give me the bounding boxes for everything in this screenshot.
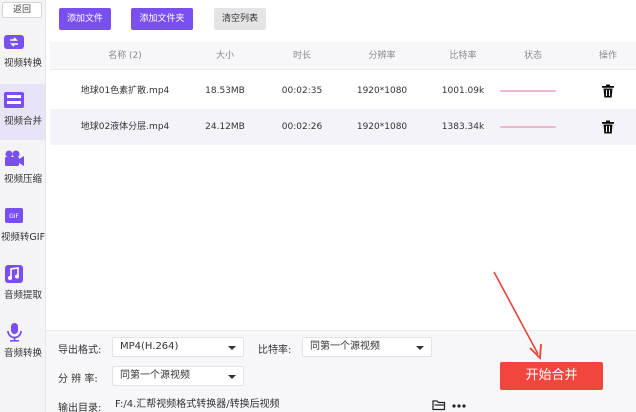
file-duration: 00:02:35 — [281, 86, 323, 96]
annotation-arrow-icon — [493, 271, 542, 361]
status-progress-bar — [500, 90, 556, 92]
sidebar-item-video-to-gif[interactable]: GIF 视频转GIF — [0, 200, 46, 256]
resolution-select[interactable]: 同第一个源视频 — [112, 366, 244, 386]
back-button[interactable]: 返回 — [2, 2, 42, 18]
folder-open-icon[interactable] — [432, 399, 446, 411]
file-resolution: 1920*1080 — [356, 122, 408, 132]
file-table-header: 名称 (2) 大小 时长 分辨率 比特率 状态 操作 — [50, 42, 636, 70]
file-bitrate: 1001.09k — [441, 86, 485, 96]
sidebar-item-label: 视频转换 — [3, 58, 42, 69]
gif-icon: GIF — [5, 208, 23, 223]
file-bitrate: 1383.34k — [441, 122, 485, 132]
chevron-down-icon — [416, 346, 424, 350]
file-name: 地球01色素扩散.mp4 — [80, 86, 170, 96]
bitrate-select[interactable]: 同第一个源视频 — [302, 337, 432, 357]
file-resolution: 1920*1080 — [356, 86, 408, 96]
add-folder-button[interactable]: 添加文件夹 — [131, 8, 193, 30]
file-size: 24.12MB — [205, 122, 245, 132]
output-dir-field[interactable]: F:/4.汇帮视频格式转换器/转换后视频 — [112, 395, 430, 412]
file-name: 地球02液体分层.mp4 — [80, 122, 170, 132]
column-resolution[interactable]: 分辨率 — [347, 42, 417, 70]
clear-list-button[interactable]: 清空列表 — [214, 8, 266, 30]
sidebar-item-video-convert[interactable]: 视频转换 — [0, 26, 45, 82]
trash-icon[interactable] — [601, 120, 615, 134]
column-bitrate[interactable]: 比特率 — [428, 42, 498, 70]
sidebar-item-audio-convert[interactable]: 音频转换 — [0, 316, 45, 372]
sidebar-item-label: 视频压缩 — [3, 174, 42, 185]
column-duration[interactable]: 时长 — [272, 42, 332, 70]
format-select[interactable]: MP4(H.264) — [112, 337, 244, 357]
table-row[interactable]: 地球01色素扩散.mp4 18.53MB 00:02:35 1920*1080 … — [50, 73, 636, 109]
sidebar-item-video-compress[interactable]: 视频压缩 — [0, 142, 45, 198]
bitrate-label: 比特率: — [258, 345, 292, 356]
svg-text:GIF: GIF — [9, 213, 19, 220]
sidebar-item-label: 音频转换 — [3, 348, 42, 359]
sidebar-item-audio-extract[interactable]: 音频提取 — [0, 258, 45, 314]
resolution-label: 分 辨 率: — [58, 374, 98, 385]
microphone-icon — [7, 323, 22, 342]
column-name[interactable]: 名称 (2) — [60, 42, 190, 70]
column-status: 状态 — [523, 51, 542, 61]
music-note-icon — [5, 265, 23, 283]
sidebar: 返回 视频转换 视频合并 视频压缩 GIF 视频转GIF 音频提取 音频转换 — [0, 0, 46, 412]
output-dir-path: F:/4.汇帮视频格式转换器/转换后视频 — [115, 399, 280, 410]
video-compress-icon — [5, 150, 24, 166]
chevron-down-icon — [228, 375, 236, 379]
sidebar-item-label: 视频转GIF — [0, 232, 46, 243]
bitrate-select-value: 同第一个源视频 — [310, 341, 380, 352]
output-dir-label: 输出目录: — [58, 403, 102, 412]
trash-icon[interactable] — [601, 84, 615, 98]
add-file-button[interactable]: 添加文件 — [59, 8, 111, 30]
sidebar-item-label: 视频合并 — [3, 116, 42, 127]
video-merge-icon — [4, 92, 24, 108]
table-row[interactable]: 地球02液体分层.mp4 24.12MB 00:02:26 1920*1080 … — [50, 109, 636, 145]
format-label: 导出格式: — [58, 345, 102, 356]
chevron-down-icon — [228, 346, 236, 350]
sidebar-item-video-merge[interactable]: 视频合并 — [0, 84, 45, 140]
column-size[interactable]: 大小 — [195, 42, 255, 70]
sidebar-item-label: 音频提取 — [3, 290, 42, 301]
start-merge-button[interactable]: 开始合并 — [500, 362, 603, 390]
resolution-select-value: 同第一个源视频 — [120, 370, 190, 381]
video-convert-icon — [4, 35, 24, 49]
file-duration: 00:02:26 — [281, 122, 323, 132]
status-progress-bar — [500, 126, 556, 128]
file-size: 18.53MB — [205, 86, 245, 96]
column-action: 操作 — [598, 51, 617, 61]
format-select-value: MP4(H.264) — [120, 341, 179, 352]
more-options-icon[interactable] — [451, 403, 467, 409]
